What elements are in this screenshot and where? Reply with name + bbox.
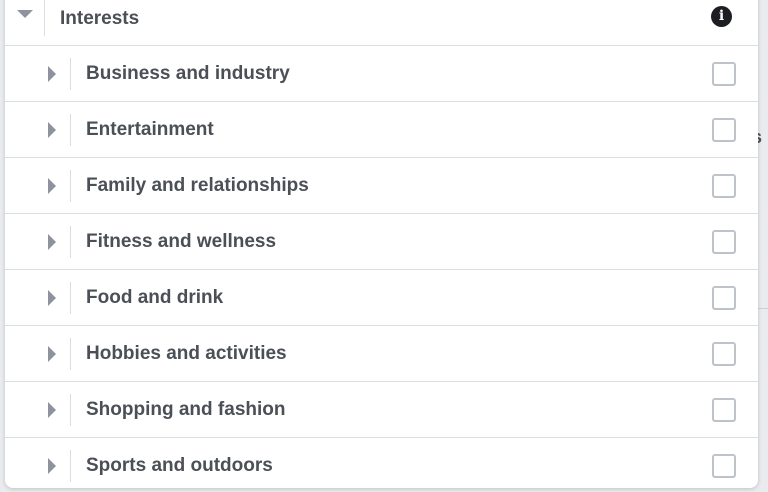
category-row-entertainment[interactable]: Entertainment [5, 102, 758, 158]
info-icon[interactable]: i [711, 6, 732, 27]
category-label: Hobbies and activities [86, 343, 287, 364]
caret-right-icon[interactable] [48, 234, 56, 250]
row-divider [70, 114, 71, 146]
category-label: Business and industry [86, 63, 290, 84]
row-divider [70, 170, 71, 202]
category-list: Business and industry Entertainment Fami… [5, 46, 758, 488]
interests-header[interactable]: Interests i [5, 0, 758, 46]
caret-right-icon[interactable] [48, 178, 56, 194]
interests-dropdown-panel: Interests i Business and industry Entert… [5, 0, 758, 488]
caret-right-icon[interactable] [48, 290, 56, 306]
category-checkbox[interactable] [712, 174, 736, 198]
caret-down-icon[interactable] [17, 10, 33, 18]
caret-right-icon[interactable] [48, 66, 56, 82]
category-checkbox[interactable] [712, 230, 736, 254]
category-row-hobbies-and-activities[interactable]: Hobbies and activities [5, 326, 758, 382]
category-label: Fitness and wellness [86, 231, 277, 252]
category-label: Sports and outdoors [86, 455, 273, 476]
category-row-fitness-and-wellness[interactable]: Fitness and wellness [5, 214, 758, 270]
category-row-family-and-relationships[interactable]: Family and relationships [5, 158, 758, 214]
category-label: Food and drink [86, 287, 224, 308]
row-divider [70, 338, 71, 370]
row-divider [70, 450, 71, 482]
category-label: Family and relationships [86, 175, 309, 196]
category-checkbox[interactable] [712, 342, 736, 366]
category-checkbox[interactable] [712, 398, 736, 422]
category-row-food-and-drink[interactable]: Food and drink [5, 270, 758, 326]
category-label: Entertainment [86, 119, 214, 140]
category-row-sports-and-outdoors[interactable]: Sports and outdoors [5, 438, 758, 488]
caret-right-icon[interactable] [48, 458, 56, 474]
row-divider [70, 394, 71, 426]
header-divider [44, 0, 45, 36]
row-divider [70, 282, 71, 314]
section-title: Interests [60, 8, 140, 29]
caret-right-icon[interactable] [48, 122, 56, 138]
row-divider [70, 58, 71, 90]
category-row-shopping-and-fashion[interactable]: Shopping and fashion [5, 382, 758, 438]
category-checkbox[interactable] [712, 454, 736, 478]
category-row-business-and-industry[interactable]: Business and industry [5, 46, 758, 102]
category-checkbox[interactable] [712, 286, 736, 310]
caret-right-icon[interactable] [48, 402, 56, 418]
caret-right-icon[interactable] [48, 346, 56, 362]
category-checkbox[interactable] [712, 118, 736, 142]
category-checkbox[interactable] [712, 62, 736, 86]
background-divider [758, 308, 768, 309]
row-divider [70, 226, 71, 258]
category-label: Shopping and fashion [86, 399, 286, 420]
